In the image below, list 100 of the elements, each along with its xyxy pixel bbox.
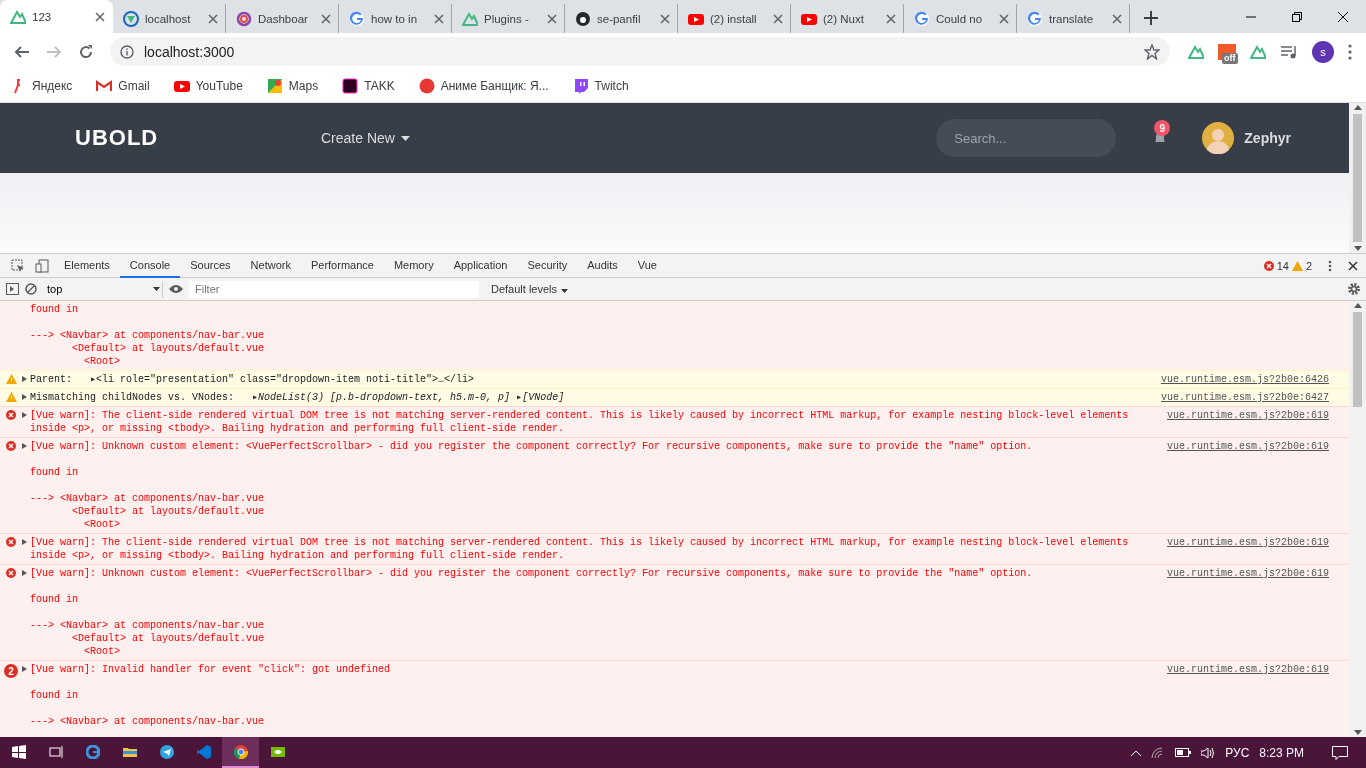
tab-title[interactable]: translate [1049, 12, 1106, 25]
devtools-tab[interactable]: Sources [180, 253, 241, 278]
tab-title[interactable]: Dashboar [258, 12, 315, 25]
inspect-icon[interactable] [11, 258, 25, 273]
error-icon [6, 441, 16, 451]
console-message: [Vue warn]: Unknown custom element: <VuePerfectScrollbar> - did you register the component correctly? For recursive components, make sure to provide the "name" option. found in ---> <Navbar> at components/nav-bar.vue <Default> at layouts/default.vue <Root> [30, 568, 1033, 657]
expand-arrow-icon[interactable] [22, 539, 27, 545]
expand-arrow-icon[interactable] [22, 412, 27, 418]
warning-count: 2 [1305, 259, 1312, 272]
scrollbar-thumb[interactable] [1353, 114, 1362, 242]
star-icon[interactable] [1144, 43, 1160, 60]
settings-icon[interactable] [1348, 283, 1360, 295]
error-icon [6, 568, 16, 578]
bookmark-link[interactable]: Gmail [118, 79, 150, 93]
restore-icon[interactable] [1292, 11, 1302, 22]
notification-icon[interactable] [1332, 745, 1348, 760]
scroll-down-icon[interactable] [1353, 246, 1362, 251]
logo-text[interactable]: UBOLD [75, 125, 315, 151]
user-name[interactable]: Zephyr [1244, 130, 1291, 146]
devtools-tab[interactable]: Network [240, 253, 301, 278]
clock[interactable]: 8:23 PM [1259, 745, 1304, 760]
language-indicator[interactable]: РУС [1225, 745, 1250, 760]
scrollbar-thumb[interactable] [1353, 312, 1362, 407]
close-icon[interactable] [1348, 260, 1358, 271]
close-icon[interactable] [1338, 11, 1348, 22]
menu-icon[interactable] [1328, 259, 1332, 272]
bookmark-link[interactable]: Twitch [594, 79, 629, 93]
battery-icon[interactable] [1175, 748, 1192, 757]
scrollbar[interactable] [1349, 301, 1366, 737]
paper-plane-icon[interactable] [159, 744, 174, 759]
tab-title[interactable]: Plugins - [484, 12, 541, 25]
reload-icon[interactable] [78, 43, 94, 60]
chrome-icon[interactable] [233, 744, 248, 759]
back-icon[interactable] [14, 43, 30, 60]
circle-icon[interactable] [418, 78, 435, 94]
device-icon[interactable] [35, 258, 49, 273]
search-field[interactable]: Search... [936, 119, 1117, 157]
map-icon[interactable] [266, 78, 283, 94]
bookmark-link[interactable]: Яндекс [32, 79, 73, 93]
expand-arrow-icon[interactable] [22, 666, 27, 672]
scroll-up-icon[interactable] [1353, 105, 1362, 110]
bookmark-link[interactable]: YouTube [195, 79, 243, 93]
plus-icon[interactable] [1144, 11, 1158, 25]
source-link[interactable]: vue.runtime.esm.js?2b0e:619 [1162, 663, 1349, 728]
bookmark-link[interactable]: TAKK [364, 79, 395, 93]
warning-icon [5, 392, 17, 402]
source-link[interactable]: vue.runtime.esm.js?2b0e:619 [1162, 567, 1349, 658]
tab-title[interactable]: Could no [936, 12, 993, 25]
source-link[interactable]: vue.runtime.esm.js?2b0e:619 [1162, 409, 1349, 435]
bookmark-link[interactable]: Аниме Банщик: Я... [440, 79, 549, 93]
mountain-icon [10, 8, 26, 25]
source-link[interactable]: vue.runtime.esm.js?2b0e:619 [1162, 440, 1349, 531]
devtools-tab[interactable]: Vue [627, 253, 667, 278]
devtools-tab[interactable]: Performance [300, 253, 384, 278]
eye-logo-icon[interactable] [270, 744, 285, 759]
tab-title[interactable]: (2) Nuxt [823, 12, 880, 25]
devtools-tab[interactable]: Security [517, 253, 578, 278]
context-select[interactable]: top [43, 280, 163, 298]
expand-arrow-icon[interactable] [22, 570, 27, 576]
devtools-tab[interactable]: Audits [577, 253, 628, 278]
task-view-icon[interactable] [48, 744, 63, 759]
speaker-icon[interactable] [1201, 746, 1216, 759]
bookmark-link[interactable]: Maps [288, 79, 319, 93]
envelope-icon[interactable] [96, 78, 113, 94]
tab-title[interactable]: se-panfil [597, 12, 654, 25]
console-message: [Vue warn]: Unknown custom element: <VuePerfectScrollbar> - did you register the component correctly? For recursive components, make sure to provide the "name" option. found in ---> <Navbar> at components/nav-bar.vue <Default> at layouts/default.vue <Root> [30, 441, 1033, 530]
expand-arrow-icon[interactable] [22, 394, 27, 400]
expand-arrow-icon[interactable] [22, 443, 27, 449]
scroll-down-icon[interactable] [1353, 730, 1362, 735]
devtools-tab[interactable]: Memory [383, 253, 444, 278]
filter-field[interactable]: Filter [189, 280, 479, 298]
close-icon[interactable] [95, 11, 105, 22]
address-bar[interactable]: localhost:3000 [110, 37, 1170, 66]
chevron-up-icon[interactable] [1131, 749, 1142, 756]
source-link[interactable]: vue.runtime.esm.js?2b0e:619 [1162, 536, 1349, 562]
menu-icon[interactable] [1348, 43, 1352, 60]
tab-title[interactable]: localhost [145, 12, 202, 25]
scroll-up-icon[interactable] [1353, 303, 1362, 308]
devtools-tab[interactable]: Application [443, 253, 518, 278]
tab-title[interactable]: (2) install [710, 12, 767, 25]
scrollbar[interactable] [1349, 103, 1366, 253]
playlist-icon[interactable] [1280, 43, 1298, 60]
windows-icon[interactable] [11, 744, 26, 759]
tab-title[interactable]: 123 [32, 10, 89, 23]
chat-icon[interactable] [572, 78, 589, 94]
source-link[interactable]: vue.runtime.esm.js?2b0e:6427 [1156, 391, 1349, 404]
square-icon[interactable] [342, 78, 359, 94]
tab-title[interactable]: how to in [371, 12, 428, 25]
create-new-dropdown[interactable]: Create New [315, 129, 416, 147]
play-icon[interactable] [173, 78, 190, 94]
profile-avatar[interactable]: s [1312, 40, 1334, 63]
source-link[interactable]: vue.runtime.esm.js?2b0e:6426 [1156, 373, 1349, 386]
avatar[interactable] [1202, 122, 1235, 154]
devtools-tab[interactable]: Elements [54, 253, 120, 278]
eye-icon[interactable] [169, 284, 183, 294]
warning-icon [5, 374, 17, 384]
levels-dropdown[interactable]: Default levels [485, 282, 575, 296]
sidebar-icon[interactable] [6, 283, 19, 295]
clear-icon[interactable] [25, 283, 37, 295]
expand-arrow-icon[interactable] [22, 376, 27, 382]
